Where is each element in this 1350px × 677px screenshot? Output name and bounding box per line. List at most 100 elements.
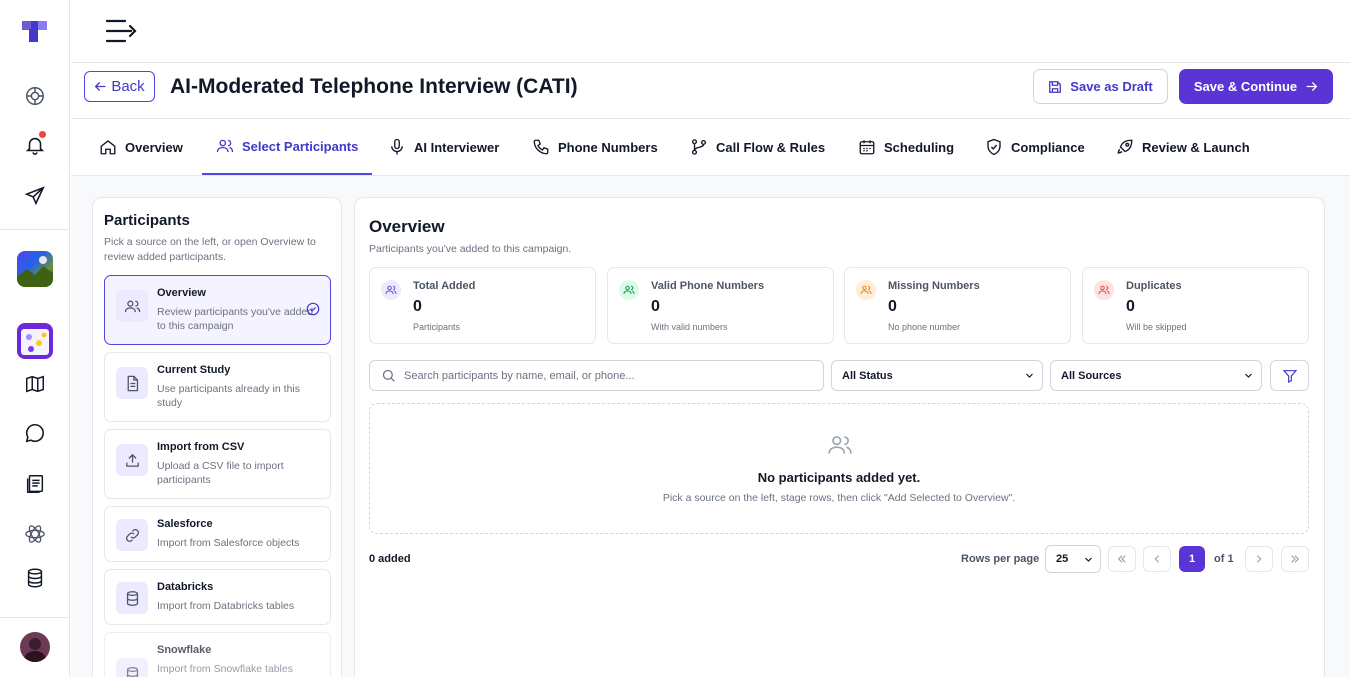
source-icon xyxy=(116,290,148,322)
app-logo[interactable] xyxy=(0,18,70,44)
aperture-icon xyxy=(26,87,44,105)
users-icon xyxy=(827,432,853,458)
chevron-down-icon xyxy=(1085,557,1092,562)
users-icon xyxy=(381,280,401,300)
rail-project-2[interactable] xyxy=(0,322,70,360)
atom-ai-icon xyxy=(25,525,45,543)
tab-overview[interactable]: Overview xyxy=(99,119,183,175)
source-import-csv[interactable]: Import from CSV Upload a CSV file to imp… xyxy=(104,429,331,499)
source-databricks[interactable]: Databricks Import from Databricks tables xyxy=(104,569,331,625)
chevrons-left-icon xyxy=(1117,555,1126,563)
rail-send[interactable] xyxy=(0,184,70,208)
calendar-icon xyxy=(859,140,875,155)
rows-per-page-select[interactable]: 25 xyxy=(1045,545,1101,573)
participant-sources-panel: Participants Pick a source on the left, … xyxy=(92,197,342,677)
back-label: Back xyxy=(111,78,145,95)
source-desc: Review participants you've added to this… xyxy=(157,306,314,332)
first-page-button[interactable] xyxy=(1108,546,1136,572)
source-desc: Use participants already in this study xyxy=(157,383,300,409)
rocket-icon xyxy=(1117,139,1133,154)
rail-project-1[interactable] xyxy=(0,250,70,288)
search-icon xyxy=(382,369,395,382)
stat-missing-numbers: Missing Numbers 0 No phone number xyxy=(844,267,1071,344)
rail-map[interactable] xyxy=(0,372,70,396)
git-branch-icon xyxy=(691,139,707,155)
save-icon xyxy=(1049,80,1062,93)
tab-scheduling[interactable]: Scheduling xyxy=(858,119,954,175)
users-icon xyxy=(619,280,639,300)
source-desc: Import from Snowflake tables xyxy=(157,663,293,675)
pattern-icon xyxy=(21,329,49,355)
rail-ai[interactable] xyxy=(0,522,70,546)
sources-description: Pick a source on the left, or open Overv… xyxy=(104,236,316,263)
stat-valid-phone-numbers: Valid Phone Numbers 0 With valid numbers xyxy=(607,267,834,344)
source-desc: Import from Salesforce objects xyxy=(157,537,300,549)
tab-ai-interviewer[interactable]: AI Interviewer xyxy=(388,119,499,175)
tab-label: Review & Launch xyxy=(1142,139,1250,155)
main-content: Participants Pick a source on the left, … xyxy=(71,176,1350,677)
sidebar-toggle-button[interactable] xyxy=(104,17,138,45)
source-icon xyxy=(116,367,148,399)
left-rail xyxy=(0,0,70,677)
users-icon xyxy=(216,139,234,153)
source-filter-select[interactable]: All Sources xyxy=(1050,360,1262,391)
source-name: Overview xyxy=(157,287,206,299)
tab-compliance[interactable]: Compliance xyxy=(985,119,1085,175)
status-filter-select[interactable]: All Status xyxy=(831,360,1043,391)
stat-label: Valid Phone Numbers xyxy=(651,280,765,292)
current-page-button[interactable]: 1 xyxy=(1179,546,1205,572)
rail-database[interactable] xyxy=(0,566,70,590)
home-icon xyxy=(100,140,116,155)
stat-label: Total Added xyxy=(413,280,476,292)
rail-divider xyxy=(0,229,70,230)
rail-library[interactable] xyxy=(0,472,70,496)
stat-duplicates: Duplicates 0 Will be skipped xyxy=(1082,267,1309,344)
rail-chat[interactable] xyxy=(0,421,70,445)
overview-panel: Overview Participants you've added to th… xyxy=(354,197,1325,677)
tab-review-launch[interactable]: Review & Launch xyxy=(1116,119,1250,175)
source-desc: Upload a CSV file to import participants xyxy=(157,460,284,486)
user-avatar[interactable] xyxy=(0,631,70,663)
chevrons-right-icon xyxy=(1291,555,1300,563)
source-icon xyxy=(116,444,148,476)
project-thumbnail xyxy=(17,251,53,287)
rail-dashboard[interactable] xyxy=(0,84,70,108)
source-filter-value: All Sources xyxy=(1061,369,1122,382)
back-button[interactable]: Back xyxy=(84,71,155,102)
source-current-study[interactable]: Current Study Use participants already i… xyxy=(104,352,331,422)
chat-icon xyxy=(25,423,44,443)
source-name: Snowflake xyxy=(157,644,212,656)
tab-call-flow-rules[interactable]: Call Flow & Rules xyxy=(690,119,825,175)
users-icon xyxy=(856,280,876,300)
empty-title: No participants added yet. xyxy=(757,470,921,485)
source-overview[interactable]: Overview Review participants you've adde… xyxy=(104,275,331,345)
rail-divider xyxy=(0,617,70,618)
stat-value: 0 xyxy=(888,298,897,315)
search-input[interactable] xyxy=(404,369,804,382)
last-page-button[interactable] xyxy=(1281,546,1309,572)
source-snowflake[interactable]: Snowflake Import from Snowflake tables xyxy=(104,632,331,677)
stat-note: Participants xyxy=(413,322,461,332)
prev-page-button[interactable] xyxy=(1143,546,1171,572)
save-continue-button[interactable]: Save & Continue xyxy=(1179,69,1333,104)
filter-button[interactable] xyxy=(1270,360,1309,391)
rows-per-page-label: Rows per page xyxy=(961,553,1040,565)
overview-title: Overview xyxy=(369,217,445,236)
next-page-button[interactable] xyxy=(1245,546,1273,572)
logo-icon xyxy=(22,21,47,42)
top-bar xyxy=(71,0,1350,63)
tab-select-participants[interactable]: Select Participants xyxy=(202,119,373,175)
users-icon xyxy=(1094,280,1114,300)
upload-icon xyxy=(125,453,139,467)
database-icon xyxy=(126,666,138,677)
step-tabs: Overview Select Participants AI Intervie… xyxy=(71,119,1350,176)
tab-label: Scheduling xyxy=(884,139,955,155)
stat-label: Duplicates xyxy=(1126,280,1182,292)
tab-phone-numbers[interactable]: Phone Numbers xyxy=(532,119,658,175)
rail-notifications[interactable] xyxy=(0,131,70,157)
source-salesforce[interactable]: Salesforce Import from Salesforce object… xyxy=(104,506,331,562)
save-draft-button[interactable]: Save as Draft xyxy=(1033,69,1168,104)
source-icon xyxy=(116,519,148,551)
tab-label: AI Interviewer xyxy=(414,139,500,155)
shield-check-icon xyxy=(987,138,1001,156)
